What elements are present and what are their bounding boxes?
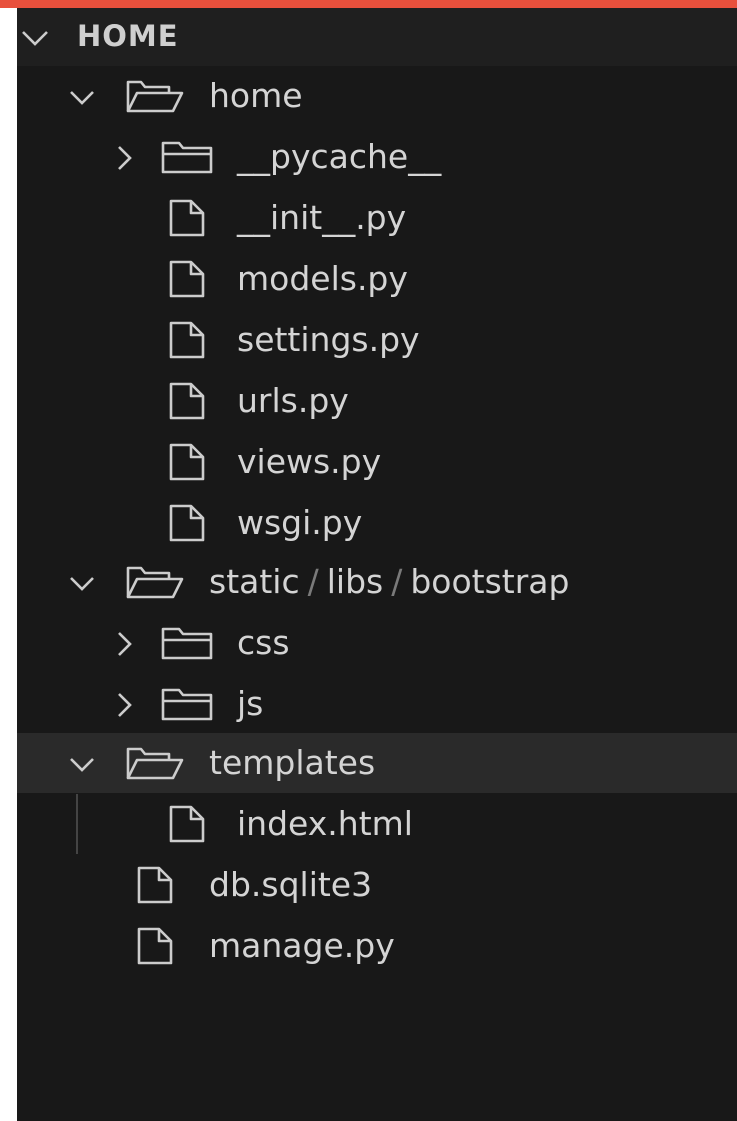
path-segment-bootstrap[interactable]: bootstrap: [410, 562, 569, 601]
path-segment-static[interactable]: static: [209, 562, 300, 601]
tree-item-label: db.sqlite3: [209, 865, 373, 904]
tree-item-urls-py[interactable]: urls.py: [17, 371, 737, 431]
tree-item-home-folder[interactable]: home: [17, 66, 737, 126]
chevron-right-icon: [109, 690, 139, 720]
tree-item-manage-py[interactable]: manage.py: [17, 916, 737, 976]
chevron-down-icon: [67, 82, 97, 112]
tree-item-init-py[interactable]: __init__.py: [17, 188, 737, 248]
tree-item-views-py[interactable]: views.py: [17, 432, 737, 492]
tree-item-label: models.py: [237, 259, 408, 298]
folder-open-icon: [125, 78, 185, 114]
tree-item-label: settings.py: [237, 320, 420, 359]
compact-folder-path: static / libs / bootstrap: [209, 562, 569, 602]
explorer-section-header[interactable]: HOME: [17, 8, 737, 66]
folder-icon: [159, 686, 219, 722]
file-icon: [131, 926, 179, 966]
explorer-panel: HOME home __pycache__ __init__.py models…: [17, 8, 737, 1121]
tree-item-label: __pycache__: [237, 137, 442, 176]
folder-open-icon: [125, 745, 185, 781]
tree-item-label: js: [237, 684, 264, 723]
tree-item-label: manage.py: [209, 926, 395, 965]
folder-icon: [159, 625, 219, 661]
tree-item-label: index.html: [237, 804, 413, 843]
tree-item-templates-folder[interactable]: templates: [17, 733, 737, 793]
tree-item-pycache-folder[interactable]: __pycache__: [17, 127, 737, 187]
tree-item-label: __init__.py: [237, 198, 407, 237]
tree-item-label: wsgi.py: [237, 503, 363, 542]
tree-item-wsgi-py[interactable]: wsgi.py: [17, 493, 737, 553]
file-icon: [131, 865, 179, 905]
folder-open-icon: [125, 564, 185, 600]
tree-item-models-py[interactable]: models.py: [17, 249, 737, 309]
tree-item-static-libs-bootstrap-folder[interactable]: static / libs / bootstrap: [17, 552, 737, 612]
file-icon: [163, 320, 211, 360]
path-separator: /: [307, 562, 319, 601]
tree-item-label: templates: [209, 743, 376, 782]
window-accent-bar: [0, 0, 737, 8]
tree-item-index-html[interactable]: index.html: [17, 794, 737, 854]
file-icon: [163, 259, 211, 299]
chevron-down-icon: [67, 749, 97, 779]
file-icon: [163, 503, 211, 543]
path-segment-libs[interactable]: libs: [327, 562, 383, 601]
section-title: HOME: [77, 19, 179, 53]
tree-item-label: urls.py: [237, 381, 349, 420]
tree-item-db-sqlite3[interactable]: db.sqlite3: [17, 855, 737, 915]
tree-item-settings-py[interactable]: settings.py: [17, 310, 737, 370]
path-separator: /: [391, 562, 403, 601]
file-icon: [163, 198, 211, 238]
tree-item-js-folder[interactable]: js: [17, 674, 737, 734]
tree-item-label: views.py: [237, 442, 382, 481]
folder-icon: [159, 139, 219, 175]
chevron-down-icon: [19, 22, 51, 54]
chevron-down-icon: [67, 568, 97, 598]
file-icon: [163, 381, 211, 421]
chevron-right-icon: [109, 143, 139, 173]
tree-item-css-folder[interactable]: css: [17, 613, 737, 673]
chevron-right-icon: [109, 629, 139, 659]
tree-item-label: home: [209, 76, 303, 115]
tree-item-label: css: [237, 623, 290, 662]
file-icon: [163, 442, 211, 482]
file-icon: [163, 804, 211, 844]
